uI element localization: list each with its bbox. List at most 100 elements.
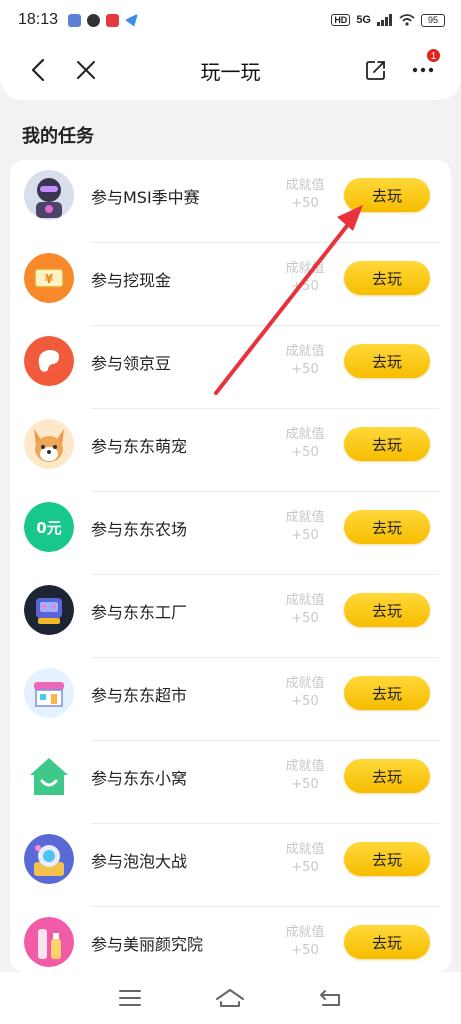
task-reward: 成就值 +50 (280, 924, 330, 960)
reward-value: +50 (291, 943, 319, 958)
go-play-button[interactable]: 去玩 (344, 510, 430, 544)
task-reward: 成就值 +50 (280, 343, 330, 379)
notification-badge: 1 (426, 48, 441, 63)
task-name: 参与领京豆 (91, 354, 172, 373)
go-play-button[interactable]: 去玩 (344, 261, 430, 295)
send-notification-icon (125, 13, 139, 27)
close-icon (77, 61, 95, 79)
go-play-button[interactable]: 去玩 (344, 759, 430, 793)
task-name: 参与东东萌宠 (91, 437, 188, 456)
go-play-button[interactable]: 去玩 (344, 178, 430, 212)
bubble-battle-icon (24, 834, 74, 884)
reward-value: +50 (291, 362, 319, 377)
go-play-button[interactable]: 去玩 (344, 842, 430, 876)
wifi-icon (399, 14, 415, 26)
reward-label: 成就值 (285, 344, 325, 359)
cash-yen-icon: ¥ (24, 253, 74, 303)
svg-text:0元: 0元 (36, 519, 61, 537)
menu-button[interactable] (110, 978, 150, 1018)
system-back-button[interactable] (311, 978, 351, 1018)
task-row: 参与东东超市 成就值 +50 去玩 (10, 658, 451, 741)
reward-value: +50 (291, 279, 319, 294)
reward-value: +50 (291, 528, 319, 543)
home-button[interactable] (210, 978, 250, 1018)
more-button[interactable]: 1 (405, 48, 441, 88)
more-dots-icon (412, 67, 434, 73)
task-row: 参与泡泡大战 成就值 +50 去玩 (10, 824, 451, 907)
home-icon (216, 989, 245, 1007)
task-reward: 成就值 +50 (280, 260, 330, 296)
network-label: 5G (356, 14, 371, 26)
menu-icon (119, 990, 142, 1006)
reward-label: 成就值 (285, 925, 325, 940)
task-name: 参与挖现金 (91, 271, 172, 290)
hd-icon: HD (331, 14, 351, 26)
task-row: 参与东东工厂 成就值 +50 去玩 (10, 575, 451, 658)
task-name: 参与东东工厂 (91, 603, 188, 622)
task-reward: 成就值 +50 (280, 426, 330, 462)
system-nav-bar (0, 972, 461, 1024)
go-play-button[interactable]: 去玩 (344, 925, 430, 959)
task-list-card: 参与MSI季中赛 成就值 +50 去玩 ¥ 参与挖现金 成就值 +50 去玩 参… (10, 160, 451, 972)
reward-label: 成就值 (285, 510, 325, 525)
go-play-button[interactable]: 去玩 (344, 676, 430, 710)
section-title: 我的任务 (22, 126, 94, 147)
go-play-button[interactable]: 去玩 (344, 427, 430, 461)
task-row: 0元 参与东东农场 成就值 +50 去玩 (10, 492, 451, 575)
app-notification-icon (68, 13, 82, 27)
task-reward: 成就值 +50 (280, 592, 330, 628)
task-row: 参与东东小窝 成就值 +50 去玩 (10, 741, 451, 824)
reward-value: +50 (291, 196, 319, 211)
supermarket-icon (24, 668, 74, 718)
task-row: 参与MSI季中赛 成就值 +50 去玩 (10, 160, 451, 243)
reward-label: 成就值 (285, 676, 325, 691)
jingdou-bean-icon (24, 336, 74, 386)
nav-bar: 玩一玩 1 (0, 40, 461, 100)
reward-value: +50 (291, 777, 319, 792)
signal-icon (377, 14, 392, 26)
reward-label: 成就值 (285, 178, 325, 193)
task-reward: 成就值 +50 (280, 758, 330, 794)
back-button[interactable] (20, 52, 56, 88)
back-arrow-icon (319, 990, 340, 1006)
task-row: ¥ 参与挖现金 成就值 +50 去玩 (10, 243, 451, 326)
task-reward: 成就值 +50 (280, 841, 330, 877)
shop-notification-icon (106, 13, 120, 27)
reward-value: +50 (291, 694, 319, 709)
reward-label: 成就值 (285, 593, 325, 608)
reward-value: +50 (291, 860, 319, 875)
cosmetics-bottle-icon (24, 917, 74, 967)
task-name: 参与泡泡大战 (91, 852, 188, 871)
task-reward: 成就值 +50 (280, 675, 330, 711)
status-notification-icons (68, 13, 139, 27)
factory-machine-icon (24, 585, 74, 635)
task-reward: 成就值 +50 (280, 509, 330, 545)
status-time: 18:13 (18, 11, 59, 28)
task-name: 参与美丽颜究院 (91, 935, 204, 954)
battery-icon: 95 (421, 13, 445, 27)
reward-label: 成就值 (285, 759, 325, 774)
go-play-button[interactable]: 去玩 (344, 344, 430, 378)
reward-value: +50 (291, 445, 319, 460)
chevron-left-icon (31, 59, 45, 81)
share-button[interactable] (358, 52, 394, 88)
reward-label: 成就值 (285, 261, 325, 276)
help-notification-icon (87, 13, 101, 27)
task-row: 参与东东萌宠 成就值 +50 去玩 (10, 409, 451, 492)
task-row: 参与领京豆 成就值 +50 去玩 (10, 326, 451, 409)
status-bar: 18:13 HD 5G 95 (0, 0, 461, 40)
reward-label: 成就值 (285, 842, 325, 857)
task-reward: 成就值 +50 (280, 177, 330, 213)
close-button[interactable] (68, 52, 104, 88)
task-name: 参与东东超市 (91, 686, 188, 705)
corgi-pet-icon (24, 419, 74, 469)
task-name: 参与东东小窝 (91, 769, 188, 788)
go-play-button[interactable]: 去玩 (344, 593, 430, 627)
share-icon (366, 61, 385, 80)
reward-value: +50 (291, 611, 319, 626)
task-row: 参与美丽颜究院 成就值 +50 去玩 (10, 907, 451, 972)
svg-text:¥: ¥ (45, 272, 54, 286)
task-name: 参与东东农场 (91, 520, 188, 539)
task-name: 参与MSI季中赛 (91, 188, 200, 207)
reward-label: 成就值 (285, 427, 325, 442)
